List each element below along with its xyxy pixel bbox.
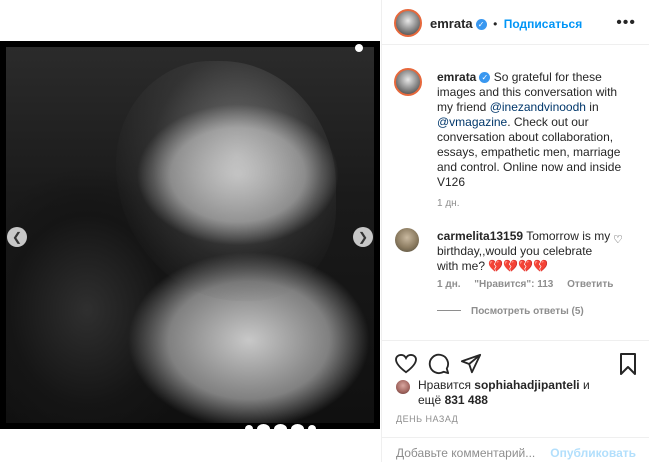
likes-count[interactable]: 831 488 <box>445 393 488 407</box>
header-separator: • <box>493 17 498 31</box>
caption-mid: in <box>585 100 599 114</box>
divider-line <box>437 310 461 311</box>
caption-avatar[interactable] <box>394 68 422 96</box>
share-icon[interactable] <box>460 353 482 375</box>
publish-button[interactable]: Опубликовать <box>550 446 636 460</box>
view-replies-label: Посмотреть ответы (5) <box>471 306 584 317</box>
caption-text: emrata ✓ So grateful for these images and… <box>437 70 622 190</box>
chevron-right-icon[interactable]: ❯ <box>353 227 373 247</box>
likes-prefix: Нравится <box>418 378 475 392</box>
post-panel: emrata ✓ • Подписаться ••• emrata ✓ So gra… <box>381 0 649 462</box>
reply-button[interactable]: Ответить <box>567 279 613 290</box>
carousel-dot <box>308 425 316 433</box>
post-date[interactable]: ДЕНЬ НАЗАД <box>396 414 458 424</box>
post-header: emrata ✓ • Подписаться ••• <box>382 0 649 45</box>
comment-likes[interactable]: "Нравится": 113 <box>474 279 553 290</box>
photo-highlight <box>116 61 336 301</box>
commenter-avatar[interactable] <box>395 228 419 252</box>
carousel-dot <box>274 424 287 434</box>
comment-meta: 1 дн. "Нравится": 113 Ответить <box>437 279 624 290</box>
mention-link[interactable]: @vmagazine <box>437 115 507 129</box>
follow-button[interactable]: Подписаться <box>504 17 582 31</box>
comment-icon[interactable] <box>428 353 450 375</box>
bookmark-icon[interactable] <box>619 353 637 375</box>
commenter-username[interactable]: carmelita13159 <box>437 229 523 243</box>
post-photo-frame <box>0 41 380 429</box>
add-comment-bar: Добавьте комментарий... Опубликовать <box>382 437 649 463</box>
author-username[interactable]: emrata <box>430 16 473 31</box>
comment-time[interactable]: 1 дн. <box>437 279 461 290</box>
mention-link[interactable]: @inezandvinoodh <box>490 100 586 114</box>
verified-icon: ✓ <box>475 19 487 30</box>
verified-icon: ✓ <box>479 72 491 83</box>
corner-dot <box>355 44 363 52</box>
comment-input[interactable]: Добавьте комментарий... <box>396 446 535 460</box>
carousel-dot <box>291 424 304 434</box>
liker-username[interactable]: sophiahadjipanteli <box>474 378 579 392</box>
avatar[interactable] <box>394 9 422 37</box>
likes-mid: и <box>579 378 590 392</box>
carousel-dots <box>245 424 316 434</box>
post-photo[interactable] <box>6 47 374 423</box>
chevron-left-icon[interactable]: ❮ <box>7 227 27 247</box>
caption-username[interactable]: emrata <box>437 70 476 84</box>
caption-time[interactable]: 1 дн. <box>437 198 459 209</box>
page: ❮ ❯ emrata ✓ • Подписаться ••• emrata ✓ So… <box>0 0 649 462</box>
likes-line2-prefix: ещё <box>418 393 445 407</box>
media-area: ❮ ❯ <box>0 0 380 462</box>
heart-icon[interactable]: ♡ <box>613 233 623 246</box>
heart-icon[interactable] <box>395 354 417 374</box>
view-replies-button[interactable]: Посмотреть ответы (5) <box>437 306 584 317</box>
header-line: emrata ✓ • Подписаться <box>430 15 582 33</box>
carousel-dot <box>245 425 253 433</box>
carousel-dot <box>257 424 270 434</box>
liker-avatar[interactable] <box>396 380 410 394</box>
more-icon[interactable]: ••• <box>616 14 636 32</box>
comment-text: carmelita13159 Tomorrow is my birthday,,… <box>437 229 612 274</box>
likes-summary: Нравится sophiahadjipanteli и ещё 831 48… <box>418 378 590 408</box>
